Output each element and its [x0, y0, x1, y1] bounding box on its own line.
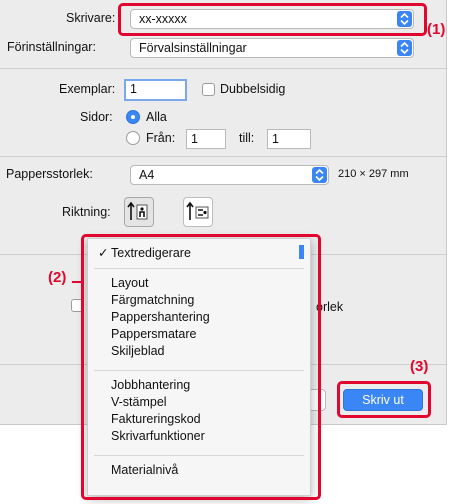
- printer-label: Skrivare:: [66, 11, 116, 25]
- pages-all-label: Alla: [146, 110, 167, 124]
- paper-size-popup[interactable]: A4: [130, 165, 329, 185]
- pages-all-radio[interactable]: [126, 110, 140, 124]
- pages-from-field[interactable]: 1: [186, 129, 226, 149]
- callout-box-3: [337, 381, 431, 418]
- callout-label-1: (1): [427, 21, 446, 38]
- paper-dimensions: 210 × 297 mm: [338, 168, 409, 180]
- pages-range-radio[interactable]: [126, 131, 140, 145]
- duplex-label: Dubbelsidig: [220, 82, 286, 96]
- pages-to-field[interactable]: 1: [267, 129, 311, 149]
- portrait-icon: [127, 201, 148, 220]
- presets-label: Förinställningar:: [7, 40, 96, 54]
- callout-box-2: [81, 234, 321, 500]
- copies-label: Exemplar:: [59, 82, 116, 96]
- duplex-checkbox[interactable]: [202, 83, 215, 96]
- orientation-label: Riktning:: [62, 205, 111, 219]
- pages-from-label: Från:: [146, 131, 176, 145]
- paper-size-label: Pappersstorlek:: [6, 167, 93, 181]
- portrait-button[interactable]: [124, 197, 154, 227]
- landscape-button[interactable]: [183, 197, 213, 227]
- divider: [0, 156, 446, 157]
- landscape-icon: [186, 201, 209, 220]
- copies-field[interactable]: 1: [124, 79, 187, 101]
- popup-arrows-icon: [397, 40, 412, 56]
- callout-label-3: (3): [410, 358, 429, 375]
- pages-to-label: till:: [239, 131, 255, 145]
- paper-size-value: A4: [139, 168, 155, 182]
- callout-box-1: [118, 3, 427, 36]
- popup-arrows-icon: [312, 167, 327, 183]
- callout-line-2: [72, 281, 82, 283]
- presets-value: Förvalsinställningar: [139, 41, 247, 55]
- presets-popup[interactable]: Förvalsinställningar: [130, 38, 414, 58]
- callout-label-2: (2): [48, 269, 67, 286]
- divider: [0, 68, 446, 69]
- pages-label: Sidor:: [80, 110, 113, 124]
